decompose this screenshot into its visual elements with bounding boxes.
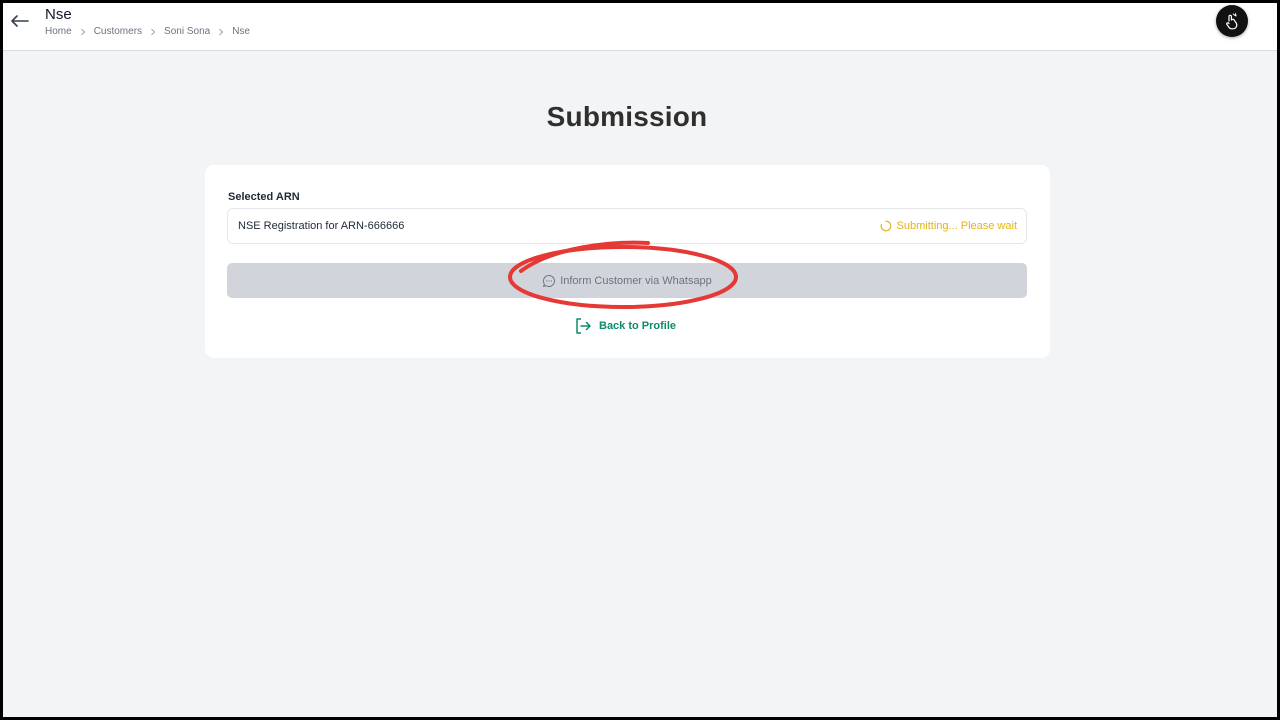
breadcrumb-customer-name[interactable]: Soni Sona (164, 26, 210, 37)
inform-customer-whatsapp-button[interactable]: Inform Customer via Whatsapp (227, 263, 1027, 298)
selected-arn-label: Selected ARN (228, 191, 300, 203)
submission-card: Selected ARN NSE Registration for ARN-66… (205, 165, 1050, 358)
back-to-profile-link[interactable]: Back to Profile (574, 317, 676, 335)
exit-icon (576, 318, 591, 334)
status-text: Submitting... Please wait (896, 220, 1017, 232)
breadcrumb-customers[interactable]: Customers (94, 26, 142, 37)
spinner-icon (880, 220, 891, 232)
breadcrumb: Home Customers Soni Sona Nse (45, 26, 250, 37)
page-title: Nse (45, 6, 72, 23)
back-to-profile-label: Back to Profile (599, 320, 677, 332)
submission-status: Submitting... Please wait (880, 220, 1017, 232)
whatsapp-button-label: Inform Customer via Whatsapp (560, 274, 712, 287)
page-heading: Submission (546, 101, 708, 132)
arrow-left-icon[interactable] (9, 10, 31, 32)
avatar[interactable] (1216, 5, 1248, 37)
app-window: Nse Home Customers Soni Sona Nse Submiss… (3, 3, 1277, 717)
top-bar: Nse Home Customers Soni Sona Nse (3, 3, 1277, 51)
breadcrumb-home[interactable]: Home (45, 26, 72, 37)
breadcrumb-current: Nse (232, 26, 250, 37)
hand-pointer-icon (1226, 13, 1238, 30)
arn-value: NSE Registration for ARN-666666 (238, 220, 405, 232)
chat-bubble-icon (543, 274, 556, 287)
selected-arn-field: NSE Registration for ARN-666666 Submitti… (227, 208, 1027, 244)
chevron-right-icon (80, 28, 85, 35)
chevron-right-icon (219, 28, 224, 35)
chevron-right-icon (151, 28, 156, 35)
